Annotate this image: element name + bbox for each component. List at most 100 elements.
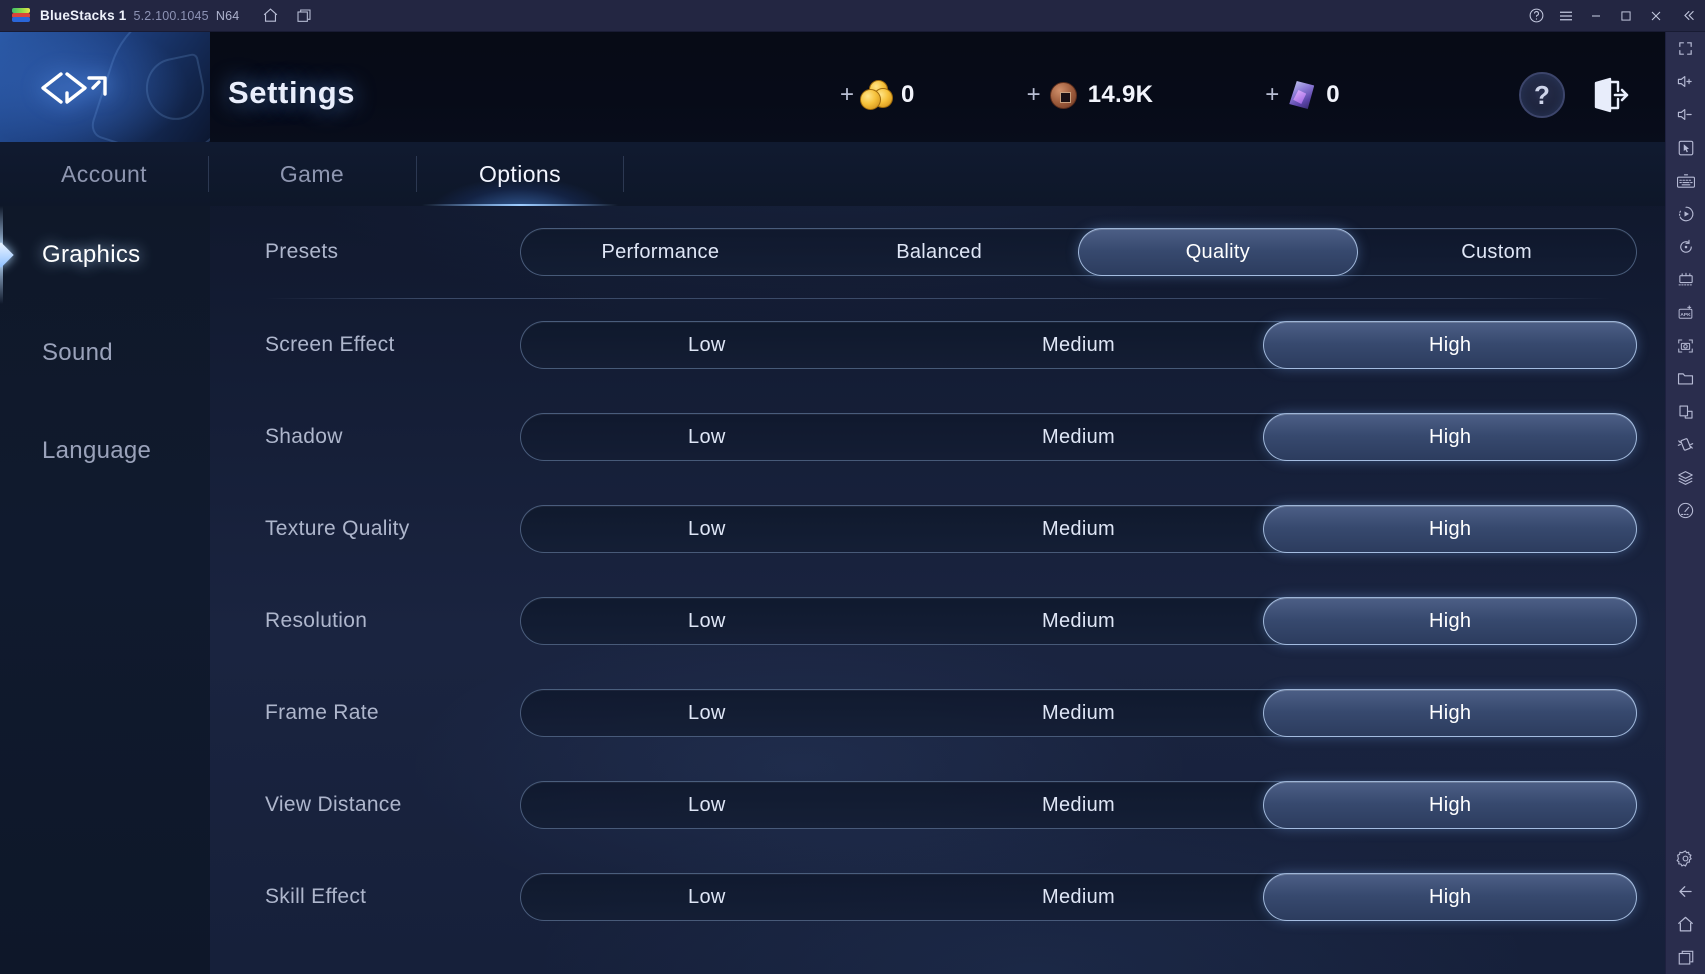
tab-divider <box>623 156 624 192</box>
presets-segmented-control[interactable]: Performance Balanced Quality Custom <box>520 228 1637 276</box>
currency-copper[interactable]: + 14.9K <box>1027 78 1154 112</box>
row-skill-effect: Skill Effect Low Medium High <box>210 851 1665 943</box>
row-shadow-label: Shadow <box>265 425 343 448</box>
tab-account[interactable]: Account <box>0 142 208 206</box>
frame-rate-option-high[interactable]: High <box>1263 689 1638 737</box>
fullscreen-icon[interactable] <box>1666 32 1705 65</box>
row-screen-effect-label: Screen Effect <box>265 333 395 356</box>
instance-name: N64 <box>215 8 240 23</box>
sidebar-item-sound[interactable]: Sound <box>0 304 210 402</box>
macro-recorder-icon[interactable] <box>1666 197 1705 230</box>
resolution-option-low[interactable]: Low <box>521 598 893 644</box>
titlebar: BlueStacks 1 5.2.100.1045 N64 <box>0 0 1705 32</box>
add-copper-icon[interactable]: + <box>1027 83 1041 107</box>
settings-sidebar: Graphics Sound Language <box>0 206 210 974</box>
texture-quality-option-medium[interactable]: Medium <box>893 506 1265 552</box>
screen-effect-option-low[interactable]: Low <box>521 322 893 368</box>
sidebar-item-graphics[interactable]: Graphics <box>0 206 210 304</box>
rotate-icon[interactable] <box>1666 230 1705 263</box>
minimize-icon[interactable] <box>1581 0 1611 32</box>
skill-effect-option-medium[interactable]: Medium <box>893 874 1265 920</box>
game-header: Settings + 0 + 14.9K + 0 ? <box>0 32 1665 142</box>
tab-game[interactable]: Game <box>208 142 416 206</box>
cursor-icon[interactable] <box>1666 131 1705 164</box>
selection-caret-icon <box>0 242 14 268</box>
bluestacks-window: BlueStacks 1 5.2.100.1045 N64 Settings +… <box>0 0 1705 974</box>
app-version: 5.2.100.1045 <box>133 8 209 23</box>
texture-quality-segmented-control[interactable]: Low Medium High <box>520 505 1638 553</box>
collapse-icon[interactable] <box>1671 0 1705 32</box>
performance-meter-icon[interactable] <box>1666 494 1705 527</box>
resolution-segmented-control[interactable]: Low Medium High <box>520 597 1638 645</box>
exit-icon[interactable] <box>1587 72 1635 118</box>
multi-instance-icon[interactable] <box>1666 263 1705 296</box>
keyboard-controls-icon[interactable] <box>1666 164 1705 197</box>
view-distance-segmented-control[interactable]: Low Medium High <box>520 781 1638 829</box>
currency-crystal[interactable]: + 0 <box>1265 78 1340 112</box>
install-apk-icon[interactable]: APK <box>1666 296 1705 329</box>
sidebar-item-language-label: Language <box>42 437 152 464</box>
shake-icon[interactable] <box>1666 428 1705 461</box>
sidebar-item-language[interactable]: Language <box>0 402 210 500</box>
preset-option-quality[interactable]: Quality <box>1077 228 1359 276</box>
screen-effect-option-high[interactable]: High <box>1263 321 1638 369</box>
shadow-option-low[interactable]: Low <box>521 414 893 460</box>
back-icon[interactable] <box>1666 875 1705 908</box>
bluestacks-logo-icon <box>12 7 30 25</box>
row-resolution: Resolution Low Medium High <box>210 575 1665 667</box>
tab-options[interactable]: Options <box>416 142 624 206</box>
shadow-segmented-control[interactable]: Low Medium High <box>520 413 1638 461</box>
gold-coin-icon <box>856 78 896 112</box>
preset-option-custom[interactable]: Custom <box>1357 229 1636 275</box>
view-distance-option-low[interactable]: Low <box>521 782 893 828</box>
page-title: Settings <box>228 75 356 110</box>
home-icon[interactable] <box>253 0 287 32</box>
media-manager-icon[interactable] <box>1666 362 1705 395</box>
row-shadow: Shadow Low Medium High <box>210 391 1665 483</box>
resolution-option-medium[interactable]: Medium <box>893 598 1265 644</box>
currency-gold[interactable]: + 0 <box>840 78 915 112</box>
help-button[interactable]: ? <box>1519 72 1565 118</box>
preset-option-performance[interactable]: Performance <box>521 229 800 275</box>
settings-gear-icon[interactable] <box>1666 842 1705 875</box>
volume-up-icon[interactable] <box>1666 65 1705 98</box>
maximize-icon[interactable] <box>1611 0 1641 32</box>
volume-down-icon[interactable] <box>1666 98 1705 131</box>
game-viewport: Settings + 0 + 14.9K + 0 ? Account Game … <box>0 32 1665 974</box>
screen-effect-option-medium[interactable]: Medium <box>893 322 1265 368</box>
frame-rate-segmented-control[interactable]: Low Medium High <box>520 689 1638 737</box>
window-controls <box>1521 0 1705 32</box>
texture-quality-option-high[interactable]: High <box>1263 505 1638 553</box>
screen-effect-segmented-control[interactable]: Low Medium High <box>520 321 1638 369</box>
row-frame-rate: Frame Rate Low Medium High <box>210 667 1665 759</box>
home-icon[interactable] <box>1666 908 1705 941</box>
instance-manager-icon[interactable] <box>287 0 321 32</box>
add-crystal-icon[interactable]: + <box>1265 83 1279 107</box>
close-icon[interactable] <box>1641 0 1671 32</box>
frame-rate-option-low[interactable]: Low <box>521 690 893 736</box>
hamburger-menu-icon[interactable] <box>1551 0 1581 32</box>
multi-window-icon[interactable] <box>1666 395 1705 428</box>
recents-icon[interactable] <box>1666 941 1705 974</box>
tab-bar: Account Game Options <box>0 142 1665 206</box>
add-gold-icon[interactable]: + <box>840 83 854 107</box>
view-distance-option-medium[interactable]: Medium <box>893 782 1265 828</box>
tab-game-label: Game <box>279 160 345 187</box>
crystal-icon <box>1281 78 1321 112</box>
shadow-option-medium[interactable]: Medium <box>893 414 1265 460</box>
help-icon[interactable] <box>1521 0 1551 32</box>
sidebar-item-graphics-label: Graphics <box>42 241 141 268</box>
shadow-option-high[interactable]: High <box>1263 413 1638 461</box>
skill-effect-option-low[interactable]: Low <box>521 874 893 920</box>
resolution-option-high[interactable]: High <box>1263 597 1638 645</box>
preset-option-balanced[interactable]: Balanced <box>800 229 1079 275</box>
view-distance-option-high[interactable]: High <box>1263 781 1638 829</box>
row-screen-effect: Screen Effect Low Medium High <box>210 299 1665 391</box>
skill-effect-option-high[interactable]: High <box>1263 873 1638 921</box>
row-texture-quality: Texture Quality Low Medium High <box>210 483 1665 575</box>
texture-quality-option-low[interactable]: Low <box>521 506 893 552</box>
frame-rate-option-medium[interactable]: Medium <box>893 690 1265 736</box>
eco-mode-icon[interactable] <box>1666 461 1705 494</box>
skill-effect-segmented-control[interactable]: Low Medium High <box>520 873 1638 921</box>
screenshot-icon[interactable] <box>1666 329 1705 362</box>
